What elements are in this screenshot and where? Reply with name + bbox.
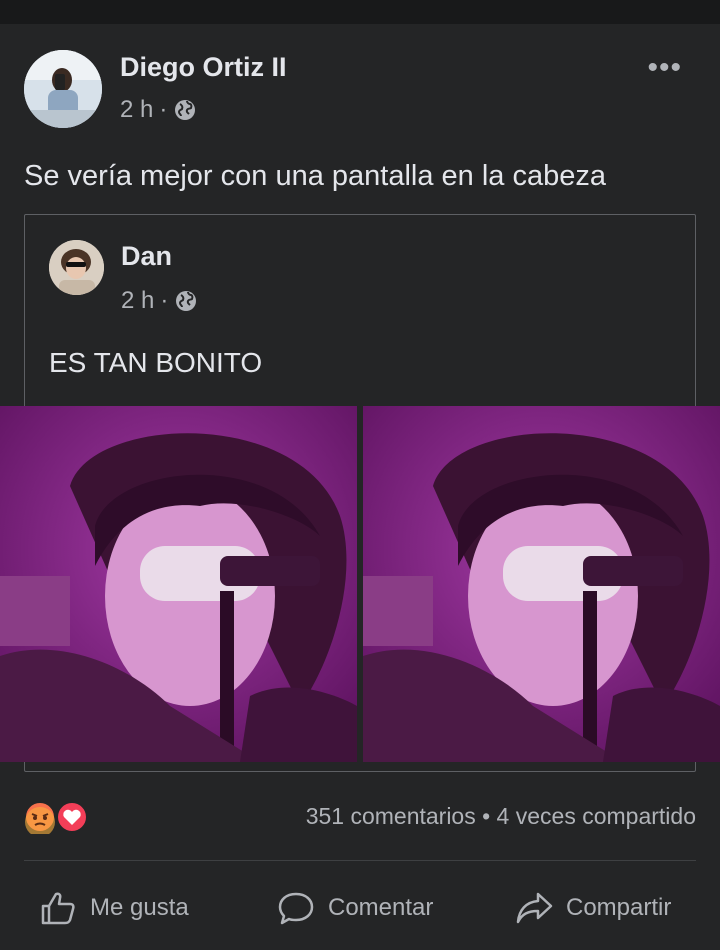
action-bar: Me gusta Comentar Compartir <box>0 880 720 936</box>
photo[interactable] <box>0 406 357 762</box>
globe-icon <box>175 100 196 120</box>
comment-button[interactable]: Comentar <box>276 880 433 936</box>
author-name[interactable]: Diego Ortiz II <box>120 52 287 83</box>
post-meta: 2 h · <box>120 96 197 124</box>
author-avatar[interactable] <box>24 50 102 128</box>
engagement-stats[interactable]: 351 comentarios • 4 veces compartido <box>306 803 696 830</box>
post-time[interactable]: 2 h <box>120 96 153 124</box>
globe-icon <box>176 291 197 311</box>
post-text: Se vería mejor con una pantalla en la ca… <box>24 160 606 192</box>
shared-post-text: ES TAN BONITO <box>49 347 263 378</box>
thumbs-up-icon <box>41 892 75 925</box>
share-button[interactable]: Compartir <box>514 880 671 936</box>
shared-post-time[interactable]: 2 h <box>121 287 154 315</box>
comment-icon <box>278 892 314 925</box>
angry-reaction-icon <box>24 801 56 837</box>
shared-author-avatar[interactable] <box>49 240 104 295</box>
photo[interactable] <box>363 406 720 762</box>
meta-separator: · <box>159 96 168 123</box>
photo-grid <box>0 406 720 762</box>
post-header: Diego Ortiz II 2 h · ••• <box>24 50 696 130</box>
shared-author-name[interactable]: Dan <box>121 241 172 272</box>
divider <box>24 860 696 861</box>
share-icon <box>516 892 553 924</box>
reactions-summary[interactable] <box>22 800 92 837</box>
love-reaction-icon <box>56 801 88 833</box>
share-label: Compartir <box>566 894 672 921</box>
like-button[interactable]: Me gusta <box>38 880 189 936</box>
shared-post-meta: 2 h · <box>121 287 198 315</box>
status-bar <box>0 0 720 24</box>
like-label: Me gusta <box>90 894 189 921</box>
comment-label: Comentar <box>328 894 434 921</box>
meta-separator: · <box>160 287 169 314</box>
more-options-icon[interactable]: ••• <box>647 53 682 83</box>
